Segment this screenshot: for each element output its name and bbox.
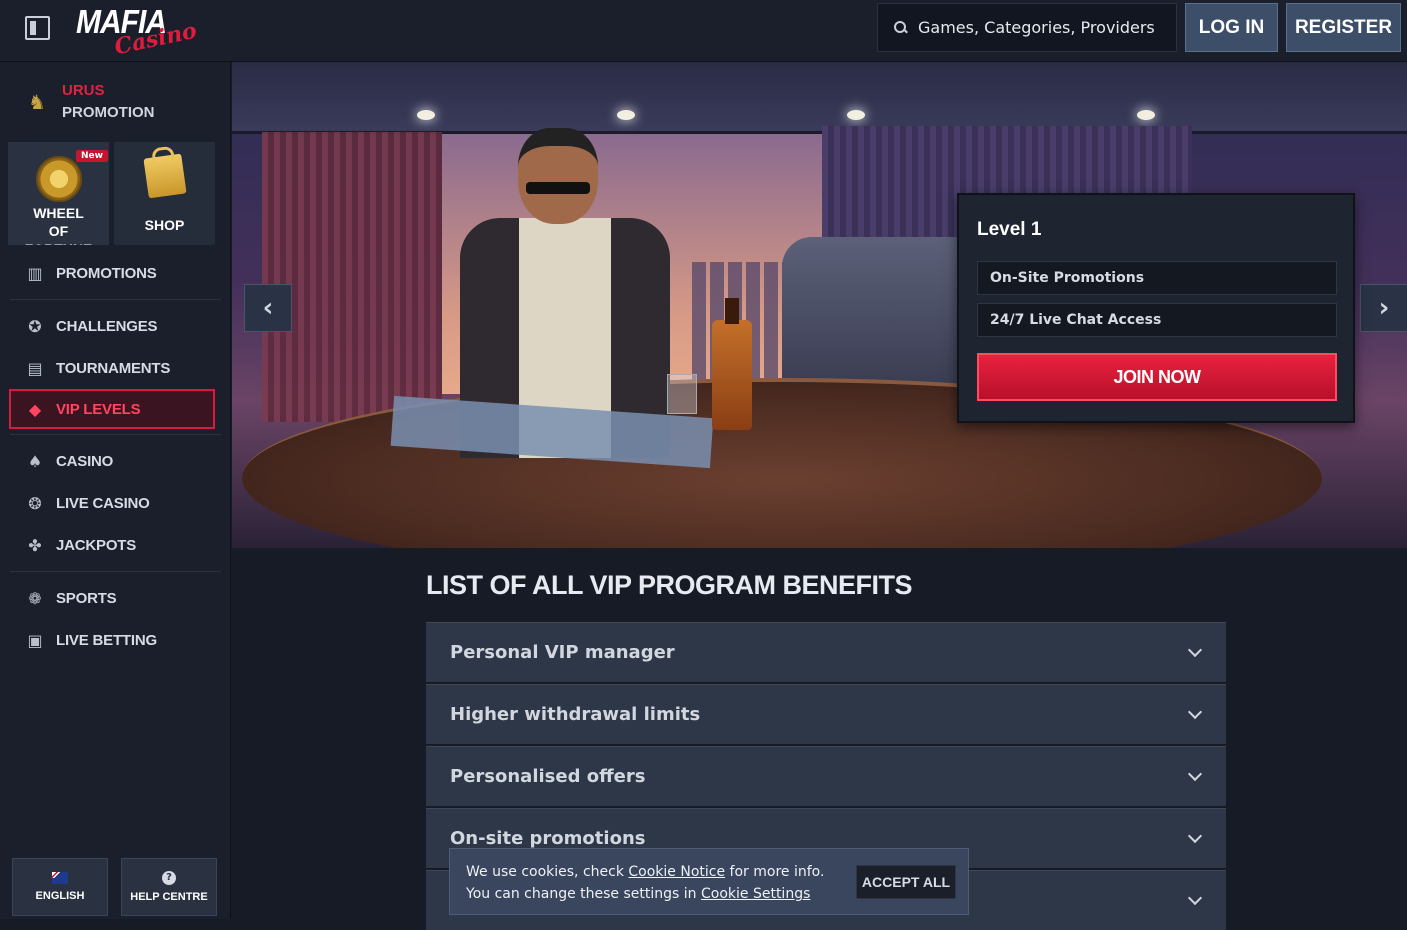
carousel-prev-button[interactable]: ‹: [244, 284, 292, 332]
promo-title: URUS: [62, 82, 105, 99]
accordion-item[interactable]: Personalised offers: [426, 746, 1226, 806]
ceiling-light: [617, 110, 635, 120]
ceiling-light: [417, 110, 435, 120]
new-badge: New: [76, 150, 108, 162]
cookie-settings-link[interactable]: Cookie Settings: [701, 886, 810, 902]
sidebar-item-live-betting[interactable]: ▣ LIVE BETTING: [0, 619, 231, 661]
sidebar-item-label: CASINO: [56, 452, 114, 470]
chevron-down-icon: [1187, 890, 1203, 906]
register-button[interactable]: REGISTER: [1286, 3, 1401, 52]
sidebar-item-label: VIP LEVELS: [56, 400, 141, 418]
chevron-down-icon: [1187, 766, 1203, 782]
sidebar-item-label: PROMOTIONS: [56, 264, 157, 282]
sidebar-item-vip-levels[interactable]: ◆ VIP LEVELS: [9, 389, 215, 429]
chevron-down-icon: [1187, 828, 1203, 844]
bull-icon: ♞: [28, 90, 46, 114]
divider: [10, 434, 221, 435]
cookie-text: for more info.: [729, 864, 825, 880]
hero-bottle: [712, 298, 752, 430]
cookie-notice-link[interactable]: Cookie Notice: [628, 864, 725, 880]
help-centre-label: HELP CENTRE: [130, 891, 208, 903]
ceiling-light: [1137, 110, 1155, 120]
badge-icon: ✪: [28, 316, 42, 336]
benefits-title: LIST OF ALL VIP PROGRAM BENEFITS: [426, 570, 913, 600]
shop-label: SHOP: [144, 217, 185, 233]
help-centre-button[interactable]: ? HELP CENTRE: [121, 858, 217, 916]
hero-glass: [667, 374, 697, 414]
ball-icon: ❁: [28, 588, 42, 608]
divider: [10, 299, 221, 300]
wheel-of-fortune-tile[interactable]: New WHEEL OF FORTUNE: [8, 142, 109, 245]
sidebar-nav: ▥ PROMOTIONS ✪ CHALLENGES ▤ TOURNAMENTS …: [0, 252, 231, 661]
logo[interactable]: MAFIA Casino: [76, 4, 199, 60]
accordion-label: Personal VIP manager: [450, 642, 675, 663]
gift-icon: ▥: [27, 263, 43, 283]
join-now-button[interactable]: JOIN NOW: [977, 353, 1337, 401]
urus-promotion-link[interactable]: ♞ URUS PROMOTION: [0, 62, 231, 138]
top-bar: MAFIA Casino LOG IN REGISTER: [0, 0, 1407, 62]
sidebar: ♞ URUS PROMOTION New WHEEL OF FORTUNE SH…: [0, 62, 231, 919]
cookie-banner: We use cookies, check Cookie Notice for …: [449, 848, 969, 915]
sidebar-item-label: LIVE CASINO: [56, 494, 150, 512]
level-benefit: 24/7 Live Chat Access: [977, 303, 1337, 337]
wheel-of-fortune-label: WHEEL OF FORTUNE: [25, 205, 93, 245]
ceiling-light: [847, 110, 865, 120]
cookie-text: We use cookies, check: [466, 864, 624, 880]
sidebar-item-casino[interactable]: ♠ CASINO: [0, 440, 231, 482]
sidebar-item-tournaments[interactable]: ▤ TOURNAMENTS: [0, 347, 231, 389]
spade-icon: ♠: [27, 451, 43, 471]
podium-icon: ▤: [27, 358, 43, 378]
accordion-item[interactable]: Personal VIP manager: [426, 622, 1226, 682]
search-icon: [894, 20, 908, 35]
accept-all-button[interactable]: ACCEPT ALL: [856, 865, 956, 899]
cookie-text: You can change these settings in: [466, 886, 697, 902]
promo-subtitle: PROMOTION: [62, 104, 155, 121]
level-title: Level 1: [977, 219, 1042, 240]
sidebar-item-label: JACKPOTS: [56, 536, 137, 554]
accordion-item[interactable]: Higher withdrawal limits: [426, 684, 1226, 744]
login-button[interactable]: LOG IN: [1185, 3, 1278, 52]
level-benefit: On-Site Promotions: [977, 261, 1337, 295]
language-label: ENGLISH: [35, 890, 85, 902]
vip-level-card: Level 1 On-Site Promotions 24/7 Live Cha…: [957, 193, 1355, 423]
divider: [10, 571, 221, 572]
chevron-down-icon: [1187, 704, 1203, 720]
search-box[interactable]: [877, 3, 1177, 52]
sidebar-item-promotions[interactable]: ▥ PROMOTIONS: [0, 252, 231, 294]
live-icon: ▣: [27, 630, 43, 650]
character-head: [518, 128, 598, 224]
search-input[interactable]: [918, 18, 1158, 37]
sidebar-toggle-icon[interactable]: [25, 16, 50, 40]
sidebar-item-sports[interactable]: ❁ SPORTS: [0, 577, 231, 619]
chevron-right-icon: ›: [1378, 293, 1390, 323]
accordion-label: Personalised offers: [450, 766, 646, 787]
hero-ceiling: [232, 62, 1407, 134]
clover-icon: ✤: [28, 535, 42, 555]
sidebar-item-label: CHALLENGES: [56, 317, 158, 335]
chevron-down-icon: [1187, 642, 1203, 658]
sidebar-item-label: TOURNAMENTS: [56, 359, 171, 377]
sidebar-item-jackpots[interactable]: ✤ JACKPOTS: [0, 524, 231, 566]
hero-container-wall: [262, 132, 442, 422]
sidebar-item-live-casino[interactable]: ❂ LIVE CASINO: [0, 482, 231, 524]
chip-icon: ❂: [28, 493, 42, 513]
shop-tile[interactable]: SHOP: [114, 142, 215, 245]
wheel-icon: [36, 156, 82, 202]
sidebar-item-label: LIVE BETTING: [56, 631, 157, 649]
language-button[interactable]: ENGLISH: [12, 858, 108, 916]
chevron-left-icon: ‹: [262, 293, 274, 323]
shopping-bag-icon: [143, 153, 187, 199]
australia-flag-icon: [52, 872, 68, 884]
help-icon: ?: [162, 871, 176, 885]
accordion-label: Higher withdrawal limits: [450, 704, 701, 725]
sidebar-item-challenges[interactable]: ✪ CHALLENGES: [0, 305, 231, 347]
diamond-icon: ◆: [28, 399, 42, 419]
accordion-label: On-site promotions: [450, 828, 646, 849]
character-glasses: [526, 182, 590, 194]
sidebar-item-label: SPORTS: [56, 589, 117, 607]
carousel-next-button[interactable]: ›: [1360, 284, 1407, 332]
